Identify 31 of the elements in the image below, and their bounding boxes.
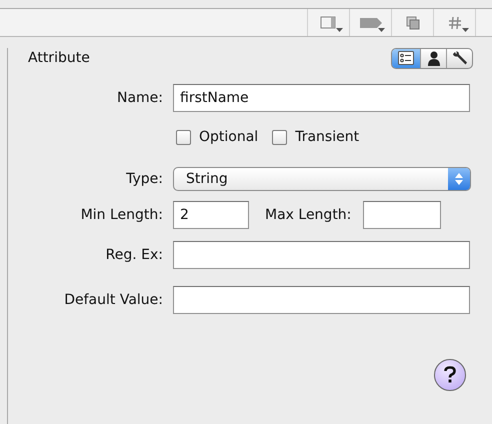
type-popup[interactable]: String	[173, 167, 471, 191]
question-icon	[443, 366, 457, 384]
checkbox-label: Transient	[295, 129, 360, 145]
max-length-field[interactable]	[363, 201, 442, 229]
checkbox-label: Optional	[199, 129, 258, 145]
window-icon	[320, 16, 338, 30]
field-label: Type:	[125, 171, 163, 187]
field-label: Max Length:	[265, 207, 352, 223]
person-icon	[426, 50, 440, 66]
caret-icon	[378, 28, 385, 32]
min-length-field[interactable]: 2	[173, 201, 249, 229]
view-tab[interactable]	[392, 48, 420, 68]
wrench-icon	[452, 51, 468, 65]
panel-title: Attribute	[28, 50, 90, 66]
checkbox[interactable]	[176, 130, 191, 144]
list-icon	[398, 51, 414, 65]
tag-icon	[360, 18, 382, 28]
field-label: Name:	[116, 90, 163, 106]
stepper-icon	[455, 173, 463, 185]
copy-icon	[406, 16, 420, 30]
field-label: Min Length:	[80, 207, 163, 223]
caret-icon	[336, 28, 343, 32]
help-button[interactable]	[434, 359, 466, 391]
hash-icon	[448, 16, 462, 30]
checkbox[interactable]	[272, 130, 288, 144]
caret-icon	[462, 28, 469, 32]
default-value-field[interactable]	[173, 286, 470, 314]
field-label: Reg. Ex:	[104, 247, 163, 263]
name-field[interactable]: firstName	[173, 84, 470, 112]
reg-ex-field[interactable]	[173, 241, 470, 269]
field-label: Default Value:	[63, 292, 163, 308]
